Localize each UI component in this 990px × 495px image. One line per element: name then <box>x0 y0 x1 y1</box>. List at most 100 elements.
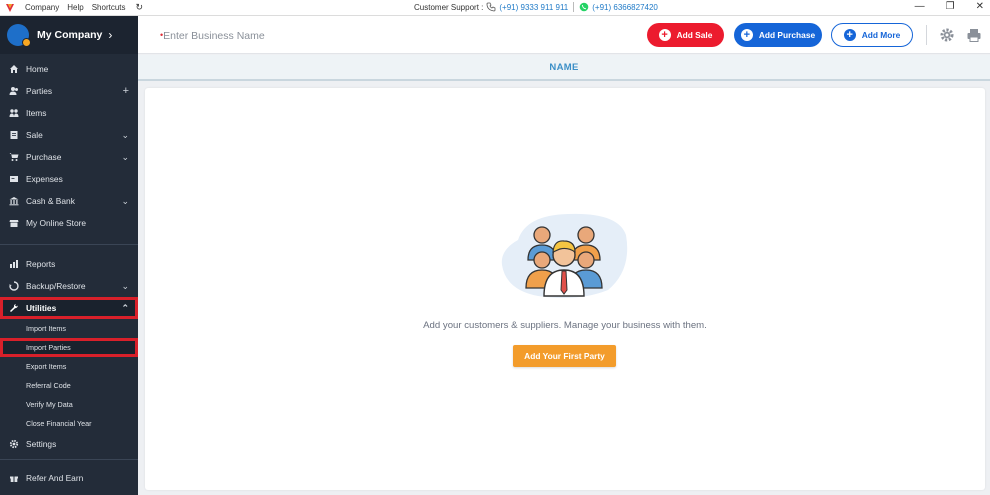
chevron-down-icon: ⌄ <box>121 151 129 162</box>
sale-icon <box>9 130 19 140</box>
minimize-icon[interactable]: — <box>915 1 925 12</box>
sidebar-item-purchase[interactable]: Purchase ⌄ <box>0 146 138 168</box>
phone-number[interactable]: (+91) 9333 911 911 <box>499 3 568 12</box>
sidebar-item-label: Refer And Earn <box>26 473 84 483</box>
refresh-icon[interactable]: ↻ <box>136 2 144 13</box>
add-more-label: Add More <box>861 30 901 40</box>
add-party-icon[interactable]: + <box>123 85 129 97</box>
whatsapp-number[interactable]: (+91) 6366827420 <box>592 3 658 12</box>
expenses-icon <box>9 174 19 184</box>
sidebar-item-label: My Online Store <box>26 218 87 228</box>
business-name-field[interactable]: •Enter Business Name <box>160 30 265 42</box>
support-label: Customer Support : <box>414 2 484 12</box>
plus-icon: + <box>843 29 856 41</box>
menu-shortcuts[interactable]: Shortcuts <box>92 3 126 12</box>
whatsapp-icon <box>579 2 589 12</box>
chevron-down-icon: ⌄ <box>121 280 129 291</box>
avatar-badge <box>22 38 31 47</box>
sidebar-item-label: Sale <box>26 130 43 140</box>
sidebar-item-label: Home <box>26 64 49 74</box>
sidebar-divider <box>0 244 138 245</box>
support-divider <box>573 2 575 12</box>
store-icon <box>9 218 19 228</box>
reports-icon <box>9 259 19 269</box>
sidebar-item-cash-bank[interactable]: Cash & Bank ⌄ <box>0 190 138 212</box>
column-name-header[interactable]: NAME <box>549 62 578 73</box>
sidebar-item-sale[interactable]: Sale ⌄ <box>0 124 138 146</box>
submenu-import-items[interactable]: Import Items <box>0 319 138 338</box>
customer-support: Customer Support : (+91) 9333 911 911 (+… <box>414 2 658 12</box>
items-icon <box>9 108 19 118</box>
sidebar-item-label: Backup/Restore <box>26 281 86 291</box>
sidebar-item-label: Expenses <box>26 174 63 184</box>
gear-icon <box>9 439 19 449</box>
company-switcher[interactable]: My Company › <box>0 16 138 54</box>
top-menu: Company Help Shortcuts <box>25 3 126 12</box>
add-first-party-button[interactable]: Add Your First Party <box>513 345 616 367</box>
plus-icon: + <box>740 29 753 41</box>
sidebar-item-reports[interactable]: Reports <box>0 253 138 275</box>
sidebar-item-label: Reports <box>26 259 56 269</box>
utilities-submenu: Import Items Import Parties Export Items… <box>0 319 138 433</box>
sidebar-item-online-store[interactable]: My Online Store <box>0 212 138 234</box>
sidebar-footer: Refer And Earn <box>0 459 138 495</box>
submenu-referral-code[interactable]: Referral Code <box>0 376 138 395</box>
add-sale-label: Add Sale <box>676 30 713 40</box>
add-purchase-button[interactable]: + Add Purchase <box>734 23 822 47</box>
sidebar-item-utilities[interactable]: Utilities ⌃ <box>0 297 138 319</box>
submenu-import-parties[interactable]: Import Parties <box>0 338 138 357</box>
main-nav: Home Parties + Items Sale ⌄ Purchase ⌄ E… <box>0 58 138 234</box>
window-controls: — ❐ ✕ <box>915 1 984 12</box>
sidebar-item-home[interactable]: Home <box>0 58 138 80</box>
settings-gear-icon[interactable] <box>939 27 955 43</box>
close-icon[interactable]: ✕ <box>976 1 984 12</box>
sidebar-item-label: Utilities <box>26 303 57 313</box>
company-avatar <box>7 24 31 47</box>
add-purchase-label: Add Purchase <box>758 30 816 40</box>
sidebar-item-label: Cash & Bank <box>26 196 75 206</box>
sidebar-item-backup-restore[interactable]: Backup/Restore ⌄ <box>0 275 138 297</box>
sidebar: My Company › Home Parties + Items Sale ⌄… <box>0 16 138 495</box>
add-sale-button[interactable]: + Add Sale <box>647 23 724 47</box>
chevron-right-icon: › <box>108 28 113 42</box>
sidebar-item-label: Settings <box>26 439 57 449</box>
header-divider <box>926 25 927 45</box>
restore-icon[interactable]: ❐ <box>946 1 955 12</box>
parties-empty-state: Add your customers & suppliers. Manage y… <box>145 88 985 490</box>
sidebar-item-expenses[interactable]: Expenses <box>0 168 138 190</box>
sidebar-item-label: Items <box>26 108 47 118</box>
chevron-down-icon: ⌄ <box>121 195 129 206</box>
phone-icon <box>486 2 496 12</box>
top-header: •Enter Business Name + Add Sale + Add Purc… <box>138 16 990 54</box>
plus-icon: + <box>658 29 671 41</box>
business-name-placeholder: Enter Business Name <box>163 30 265 42</box>
title-bar: Company Help Shortcuts ↻ Customer Suppor… <box>0 0 990 16</box>
settings-nav: Settings <box>0 433 138 455</box>
submenu-close-financial-year[interactable]: Close Financial Year <box>0 414 138 433</box>
secondary-nav: Reports Backup/Restore ⌄ Utilities ⌃ <box>0 253 138 319</box>
menu-company[interactable]: Company <box>25 3 59 12</box>
submenu-verify-my-data[interactable]: Verify My Data <box>0 395 138 414</box>
home-icon <box>9 64 19 74</box>
gift-icon <box>9 473 19 483</box>
submenu-export-items[interactable]: Export Items <box>0 357 138 376</box>
chevron-up-icon: ⌃ <box>121 302 129 313</box>
bank-icon <box>9 196 19 206</box>
parties-icon <box>9 86 19 96</box>
chevron-down-icon: ⌄ <box>121 129 129 140</box>
people-group-illustration <box>501 213 628 298</box>
app-logo-icon <box>6 3 14 12</box>
empty-state-message: Add your customers & suppliers. Manage y… <box>423 320 707 331</box>
sidebar-item-items[interactable]: Items <box>0 102 138 124</box>
wrench-icon <box>9 303 19 313</box>
table-column-header: NAME <box>138 55 990 81</box>
sidebar-item-label: Purchase <box>26 152 62 162</box>
menu-help[interactable]: Help <box>67 3 83 12</box>
sidebar-item-parties[interactable]: Parties + <box>0 80 138 102</box>
company-name: My Company <box>37 29 103 41</box>
print-icon[interactable] <box>966 27 982 43</box>
sidebar-item-label: Parties <box>26 86 53 96</box>
sidebar-item-settings[interactable]: Settings <box>0 433 138 455</box>
sidebar-item-refer-earn[interactable]: Refer And Earn <box>0 467 138 489</box>
add-more-button[interactable]: + Add More <box>831 23 913 47</box>
